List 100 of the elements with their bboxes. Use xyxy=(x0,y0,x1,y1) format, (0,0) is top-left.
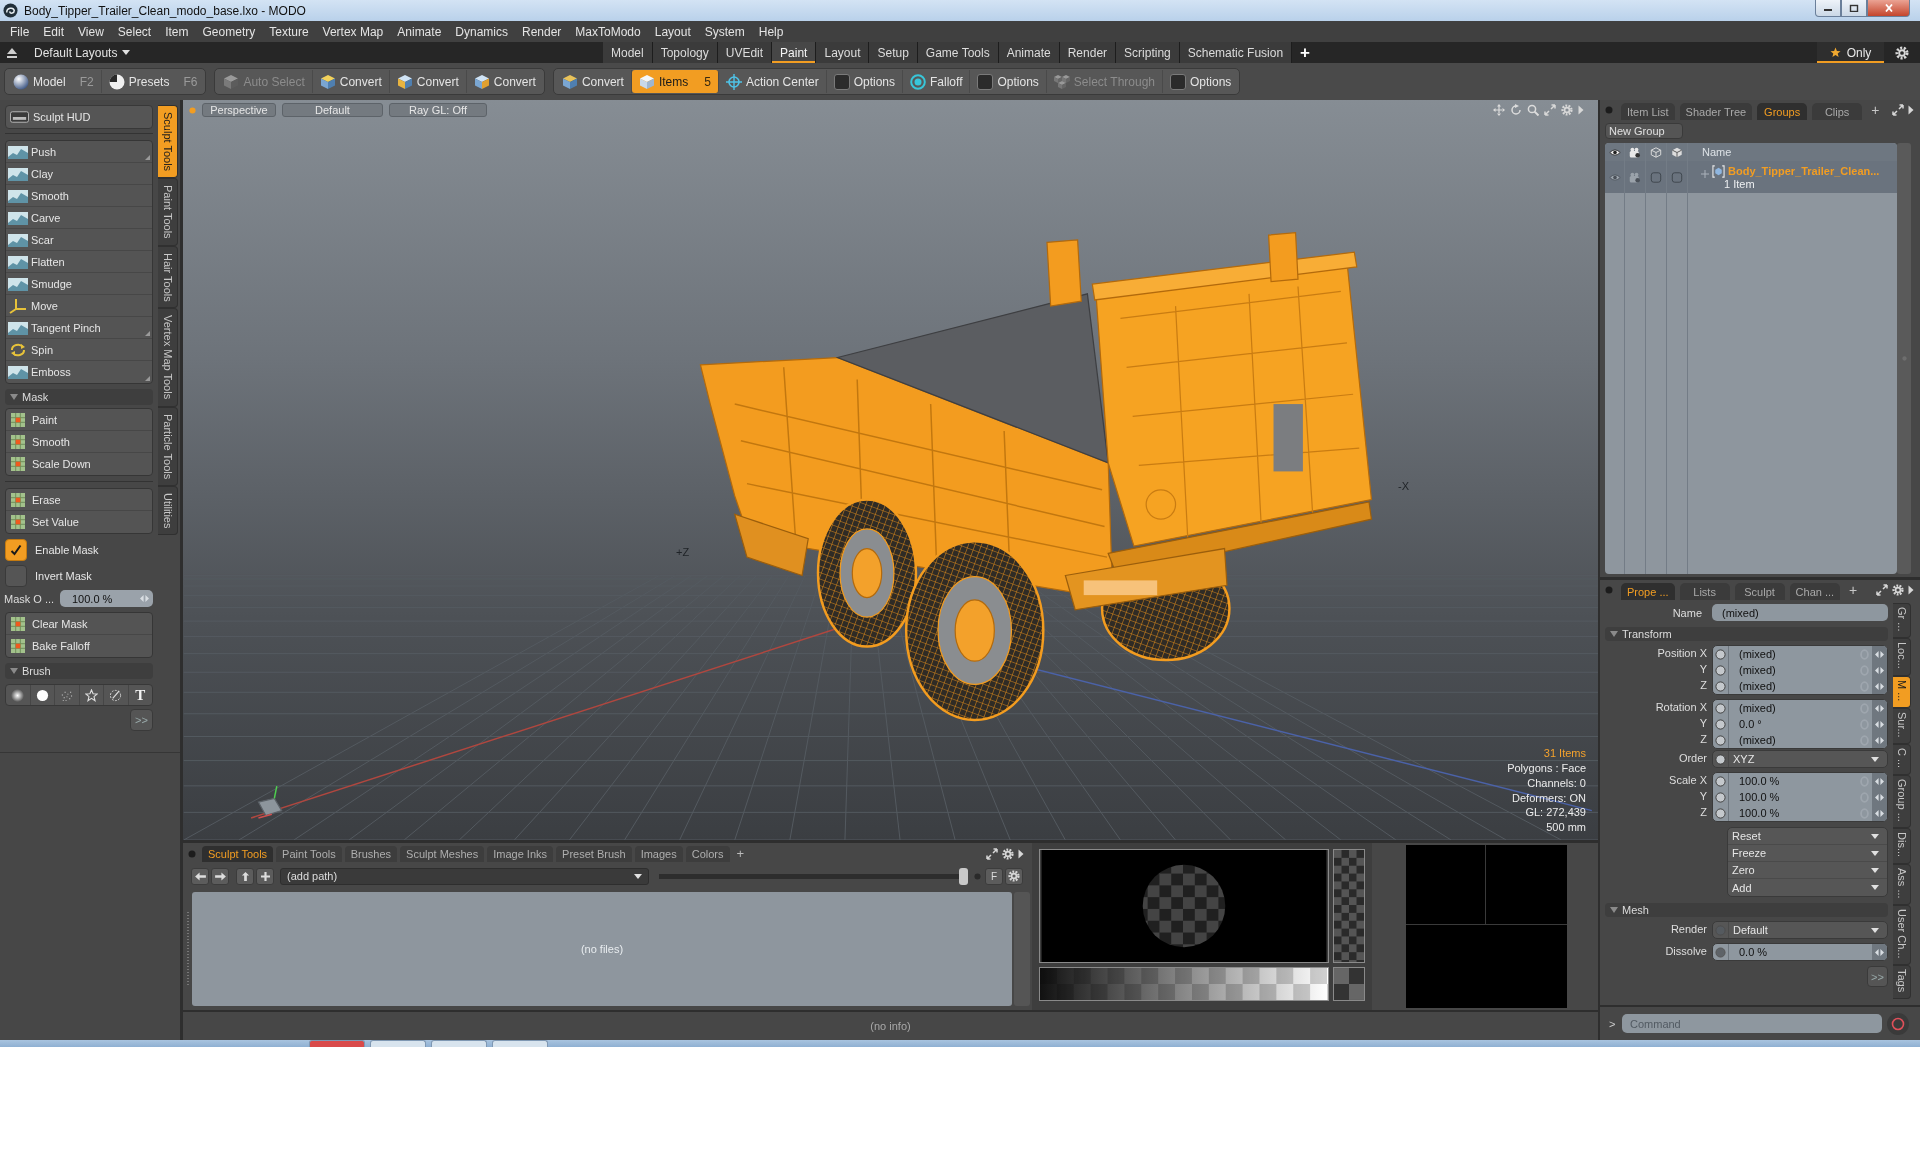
maximize-icon[interactable] xyxy=(986,847,998,860)
spinner-arrows-icon[interactable] xyxy=(1874,703,1885,713)
cube-outline-icon[interactable] xyxy=(1650,146,1662,158)
dropdown-button[interactable]: Freeze xyxy=(1728,845,1887,862)
toggle-box-icon[interactable] xyxy=(1650,171,1662,183)
tool-button[interactable]: Scar xyxy=(6,229,152,251)
side-tab[interactable]: M ... xyxy=(1893,675,1911,708)
tool-button[interactable]: Set Value xyxy=(6,511,152,533)
settings-icon[interactable] xyxy=(1002,847,1014,860)
side-tab[interactable]: Sculpt Tools xyxy=(158,105,178,179)
toolbar-button[interactable]: Action Center xyxy=(718,70,827,93)
slider-thumb[interactable] xyxy=(959,867,968,885)
add-tab-button[interactable]: + xyxy=(1867,102,1884,118)
channel-dot-icon[interactable] xyxy=(1715,775,1726,787)
view-option-button[interactable]: Perspective xyxy=(202,103,276,117)
panel-menu-icon[interactable] xyxy=(188,849,196,858)
value-field[interactable]: 0.0 ° xyxy=(1729,716,1887,732)
value-field[interactable]: 100.0 % xyxy=(1729,789,1887,805)
layout-tab[interactable]: Schematic Fusion xyxy=(1179,42,1293,63)
side-tab[interactable]: Particle Tools xyxy=(158,406,178,486)
layout-tab[interactable]: UVEdit xyxy=(717,42,773,63)
up-button[interactable] xyxy=(236,867,254,885)
taskbar-button[interactable] xyxy=(370,1040,426,1047)
sculpt-hud-button[interactable]: Sculpt HUD xyxy=(5,105,153,129)
layout-tab[interactable]: Setup xyxy=(869,42,918,63)
caret-right-icon[interactable] xyxy=(1908,585,1914,595)
channel-dot-icon[interactable] xyxy=(1715,718,1726,730)
channel-dot-icon[interactable] xyxy=(1715,702,1726,714)
panel-tab[interactable]: Image Inks xyxy=(487,846,554,862)
tool-button[interactable]: Carve xyxy=(6,207,152,229)
only-button[interactable]: Only xyxy=(1817,42,1884,63)
new-group-button[interactable]: New Group xyxy=(1605,123,1683,139)
menu-item[interactable]: View xyxy=(71,24,111,39)
camera-icon[interactable] xyxy=(1629,146,1641,158)
layout-tab[interactable]: Topology xyxy=(652,42,718,63)
value-field[interactable]: (mixed) xyxy=(1729,646,1887,662)
panel-tab[interactable]: Colors xyxy=(685,846,730,862)
add-button[interactable] xyxy=(256,867,274,885)
maximize-icon[interactable] xyxy=(1892,104,1904,116)
layout-tab[interactable]: Paint xyxy=(772,42,817,63)
tool-button[interactable]: Smudge xyxy=(6,273,152,295)
layout-tab[interactable]: Model xyxy=(603,42,653,63)
toolbar-button[interactable]: Convert xyxy=(389,70,467,93)
back-button[interactable] xyxy=(191,867,209,885)
dropdown-button[interactable]: Add xyxy=(1728,879,1887,896)
layout-tab[interactable]: Scripting xyxy=(1116,42,1180,63)
toolbar-button[interactable]: Convert xyxy=(466,70,543,93)
view-option-button[interactable]: Default xyxy=(282,103,383,117)
toolbar-button[interactable]: Options xyxy=(826,70,903,93)
menu-item[interactable]: Select xyxy=(110,24,159,39)
panel-tab[interactable]: Sculpt Meshes xyxy=(400,846,485,862)
menu-item[interactable]: Vertex Map xyxy=(315,24,391,39)
taskbar-button[interactable] xyxy=(431,1040,487,1047)
channel-dot-icon[interactable] xyxy=(1715,791,1726,803)
channel-dot-icon[interactable] xyxy=(1715,648,1726,660)
panel-menu-icon[interactable] xyxy=(1605,106,1613,114)
menu-item[interactable]: MaxToModo xyxy=(568,24,648,39)
maximize-icon[interactable] xyxy=(1876,584,1888,596)
tool-button[interactable]: Flatten xyxy=(6,251,152,273)
menu-item[interactable]: Texture xyxy=(262,24,316,39)
layout-tab[interactable]: Layout xyxy=(816,42,870,63)
channel-dot-icon[interactable] xyxy=(1715,924,1726,936)
dropdown[interactable]: XYZ xyxy=(1712,750,1888,768)
menu-item[interactable]: Item xyxy=(158,24,196,39)
panel-tab[interactable]: Chan ... xyxy=(1789,583,1841,600)
value-field[interactable]: (mixed) xyxy=(1729,662,1887,678)
section-header[interactable]: Mesh xyxy=(1605,903,1888,917)
checkbox[interactable] xyxy=(5,539,27,561)
toolbar-button[interactable]: Options xyxy=(1163,70,1239,93)
name-field[interactable]: (mixed) xyxy=(1712,604,1888,621)
spinner-arrows-icon[interactable] xyxy=(1874,735,1885,745)
section-header[interactable]: Brush xyxy=(5,663,153,679)
side-tab[interactable]: C ... xyxy=(1893,743,1911,775)
section-header[interactable]: Transform xyxy=(1605,627,1888,641)
opacity-field[interactable]: 100.0 % xyxy=(60,590,153,607)
channel-dot-icon[interactable] xyxy=(1715,734,1726,746)
tool-button[interactable]: Clear Mask xyxy=(6,613,152,635)
caret-right-icon[interactable] xyxy=(1908,105,1914,115)
tool-button[interactable]: Smooth xyxy=(6,431,152,453)
move-icon[interactable] xyxy=(1493,104,1505,116)
tool-button[interactable]: Smooth xyxy=(6,185,152,207)
panel-tab[interactable]: Sculpt xyxy=(1734,583,1785,600)
side-tab[interactable]: Ass ... xyxy=(1893,863,1911,906)
menu-item[interactable]: Layout xyxy=(647,24,698,39)
add-tab-button[interactable]: + xyxy=(1845,582,1862,598)
channel-dot-icon[interactable] xyxy=(1715,680,1726,692)
path-dropdown[interactable]: (add path) xyxy=(280,867,649,885)
toolbar-button[interactable]: Falloff xyxy=(903,70,971,93)
add-tab-button[interactable]: + xyxy=(732,846,749,861)
tool-button[interactable]: Erase xyxy=(6,489,152,511)
settings-icon[interactable] xyxy=(1895,45,1909,60)
menu-item[interactable]: Edit xyxy=(36,24,72,39)
forward-button[interactable] xyxy=(211,867,229,885)
panel-tab[interactable]: Sculpt Tools xyxy=(202,846,274,862)
view-option-button[interactable]: Ray GL: Off xyxy=(389,103,487,117)
tool-button[interactable]: Paint xyxy=(6,409,152,431)
value-field[interactable]: 0.0 % xyxy=(1729,944,1887,960)
toggle-box-icon[interactable] xyxy=(1671,171,1683,183)
menu-item[interactable]: Dynamics xyxy=(448,24,515,39)
spinner-arrows-icon[interactable] xyxy=(1874,681,1885,691)
